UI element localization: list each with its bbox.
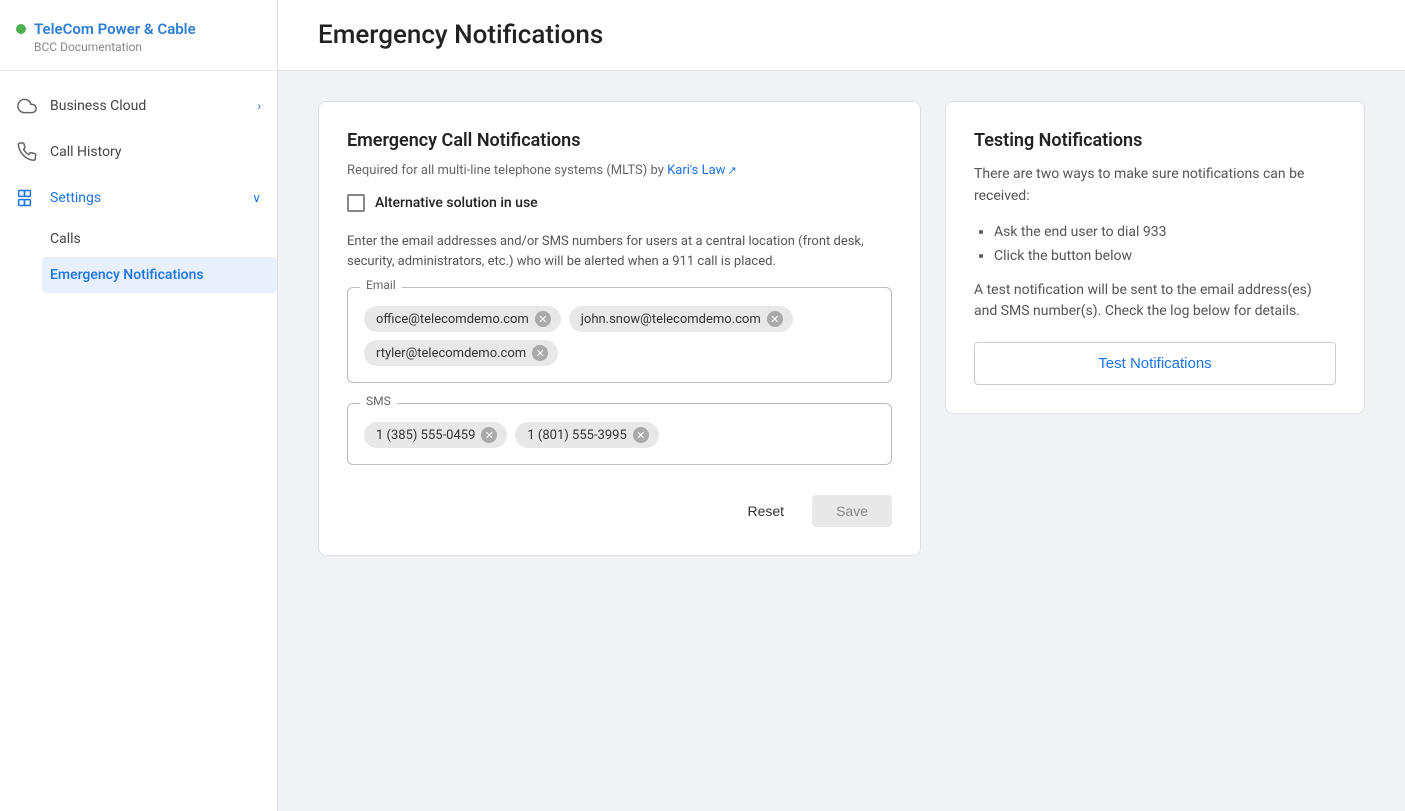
sidebar-item-business-cloud[interactable]: Business Cloud › — [0, 83, 277, 129]
email-tags-container: office@telecomdemo.com ✕ john.snow@telec… — [364, 300, 875, 366]
testing-notifications-card: Testing Notifications There are two ways… — [945, 101, 1365, 414]
sms-tags-container: 1 (385) 555-0459 ✕ 1 (801) 555-3995 ✕ — [364, 416, 875, 448]
email-tag-3: rtyler@telecomdemo.com ✕ — [364, 340, 558, 366]
remove-email-1-button[interactable]: ✕ — [535, 311, 551, 327]
remove-sms-2-button[interactable]: ✕ — [633, 427, 649, 443]
email-tag-text: office@telecomdemo.com — [376, 312, 529, 327]
sidebar-item-emergency-notifications[interactable]: Emergency Notifications — [42, 257, 277, 293]
sidebar: TeleCom Power & Cable BCC Documentation … — [0, 0, 278, 811]
emergency-call-notifications-card: Emergency Call Notifications Required fo… — [318, 101, 921, 556]
sidebar-item-label: Call History — [50, 144, 122, 160]
card-subtitle: Required for all multi-line telephone sy… — [347, 163, 892, 178]
email-tag-text: john.snow@telecomdemo.com — [581, 312, 761, 327]
checkbox-label: Alternative solution in use — [375, 195, 538, 211]
testing-card-title: Testing Notifications — [974, 130, 1336, 151]
cloud-icon — [16, 95, 38, 117]
sidebar-item-calls[interactable]: Calls — [50, 221, 277, 257]
brand-subtitle: BCC Documentation — [34, 40, 261, 54]
email-tag-1: office@telecomdemo.com ✕ — [364, 306, 561, 332]
alternative-solution-row: Alternative solution in use — [347, 194, 892, 212]
karis-law-link[interactable]: Kari's Law — [667, 163, 737, 178]
remove-email-2-button[interactable]: ✕ — [767, 311, 783, 327]
sms-tag-text: 1 (385) 555-0459 — [376, 428, 475, 443]
settings-submenu: Calls Emergency Notifications — [0, 221, 277, 293]
sms-legend: SMS — [360, 394, 397, 408]
email-tag-text: rtyler@telecomdemo.com — [376, 346, 526, 361]
email-tag-2: john.snow@telecomdemo.com ✕ — [569, 306, 793, 332]
sidebar-item-label: Business Cloud — [50, 98, 146, 114]
testing-list-item-2: Click the button below — [994, 248, 1336, 264]
sms-tag-1: 1 (385) 555-0459 ✕ — [364, 422, 507, 448]
chevron-down-icon: ∨ — [252, 191, 261, 205]
sms-tag-2: 1 (801) 555-3995 ✕ — [515, 422, 658, 448]
email-legend: Email — [360, 278, 402, 292]
chevron-right-icon: › — [257, 99, 261, 113]
sidebar-settings-label: Settings — [50, 190, 101, 206]
testing-list: Ask the end user to dial 933 Click the b… — [974, 224, 1336, 264]
testing-note: A test notification will be sent to the … — [974, 280, 1336, 322]
brand-status-dot — [16, 24, 26, 34]
remove-sms-1-button[interactable]: ✕ — [481, 427, 497, 443]
remove-email-3-button[interactable]: ✕ — [532, 345, 548, 361]
subtitle-text: Required for all multi-line telephone sy… — [347, 163, 667, 178]
brand-name: TeleCom Power & Cable — [16, 20, 261, 38]
page-body: Emergency Call Notifications Required fo… — [278, 71, 1405, 586]
page-header: Emergency Notifications — [278, 0, 1405, 71]
settings-icon — [16, 187, 38, 209]
testing-list-item-1: Ask the end user to dial 933 — [994, 224, 1336, 240]
form-buttons: Reset Save — [347, 485, 892, 527]
field-description: Enter the email addresses and/or SMS num… — [347, 232, 892, 271]
alternative-solution-checkbox[interactable] — [347, 194, 365, 212]
sidebar-navigation: Business Cloud › Call History S — [0, 71, 277, 305]
brand-name-text: TeleCom Power & Cable — [34, 20, 196, 38]
reset-button[interactable]: Reset — [732, 495, 801, 527]
sms-field-group: SMS 1 (385) 555-0459 ✕ 1 (801) 555-3995 … — [347, 403, 892, 465]
sidebar-item-settings[interactable]: Settings ∨ — [0, 175, 277, 221]
test-notifications-button[interactable]: Test Notifications — [974, 342, 1336, 385]
card-title: Emergency Call Notifications — [347, 130, 892, 151]
phone-icon — [16, 141, 38, 163]
testing-description: There are two ways to make sure notifica… — [974, 163, 1336, 208]
email-field-group: Email office@telecomdemo.com ✕ john.snow… — [347, 287, 892, 383]
sidebar-item-call-history[interactable]: Call History — [0, 129, 277, 175]
brand-section: TeleCom Power & Cable BCC Documentation — [0, 0, 277, 71]
page-title: Emergency Notifications — [318, 20, 1365, 50]
sms-tag-text: 1 (801) 555-3995 — [527, 428, 626, 443]
main-content: Emergency Notifications Emergency Call N… — [278, 0, 1405, 811]
save-button[interactable]: Save — [812, 495, 892, 527]
